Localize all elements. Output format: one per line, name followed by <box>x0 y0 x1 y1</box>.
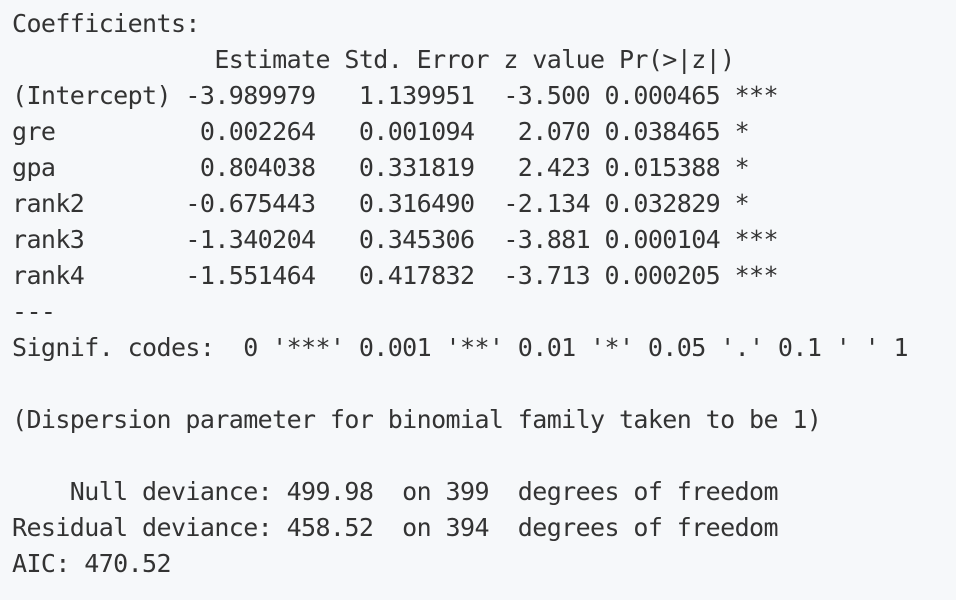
coefficient-row-gpa: gpa 0.804038 0.331819 2.423 0.015388 * <box>12 153 778 182</box>
coefficients-title: Coefficients: <box>12 9 200 38</box>
residual-deviance-line: Residual deviance: 458.52 on 394 degrees… <box>12 513 779 542</box>
null-deviance-line: Null deviance: 499.98 on 399 degrees of … <box>12 477 779 506</box>
coefficient-row-intercept: (Intercept) -3.989979 1.139951 -3.500 0.… <box>12 81 779 110</box>
r-console-output: Coefficients: Estimate Std. Error z valu… <box>12 6 956 600</box>
coefficient-row-rank2: rank2 -0.675443 0.316490 -2.134 0.032829… <box>12 189 778 218</box>
coefficient-row-rank3: rank3 -1.340204 0.345306 -3.881 0.000104… <box>12 225 779 254</box>
dispersion-line: (Dispersion parameter for binomial famil… <box>12 405 822 434</box>
coefficient-row-rank4: rank4 -1.551464 0.417832 -3.713 0.000205… <box>12 261 779 290</box>
separator-line: --- <box>12 297 56 326</box>
coefficient-row-gre: gre 0.002264 0.001094 2.070 0.038465 * <box>12 117 778 146</box>
coefficients-header: Estimate Std. Error z value Pr(>|z|) <box>12 45 793 74</box>
signif-codes-line: Signif. codes: 0 '***' 0.001 '**' 0.01 '… <box>12 333 909 362</box>
aic-line: AIC: 470.52 <box>12 549 172 578</box>
